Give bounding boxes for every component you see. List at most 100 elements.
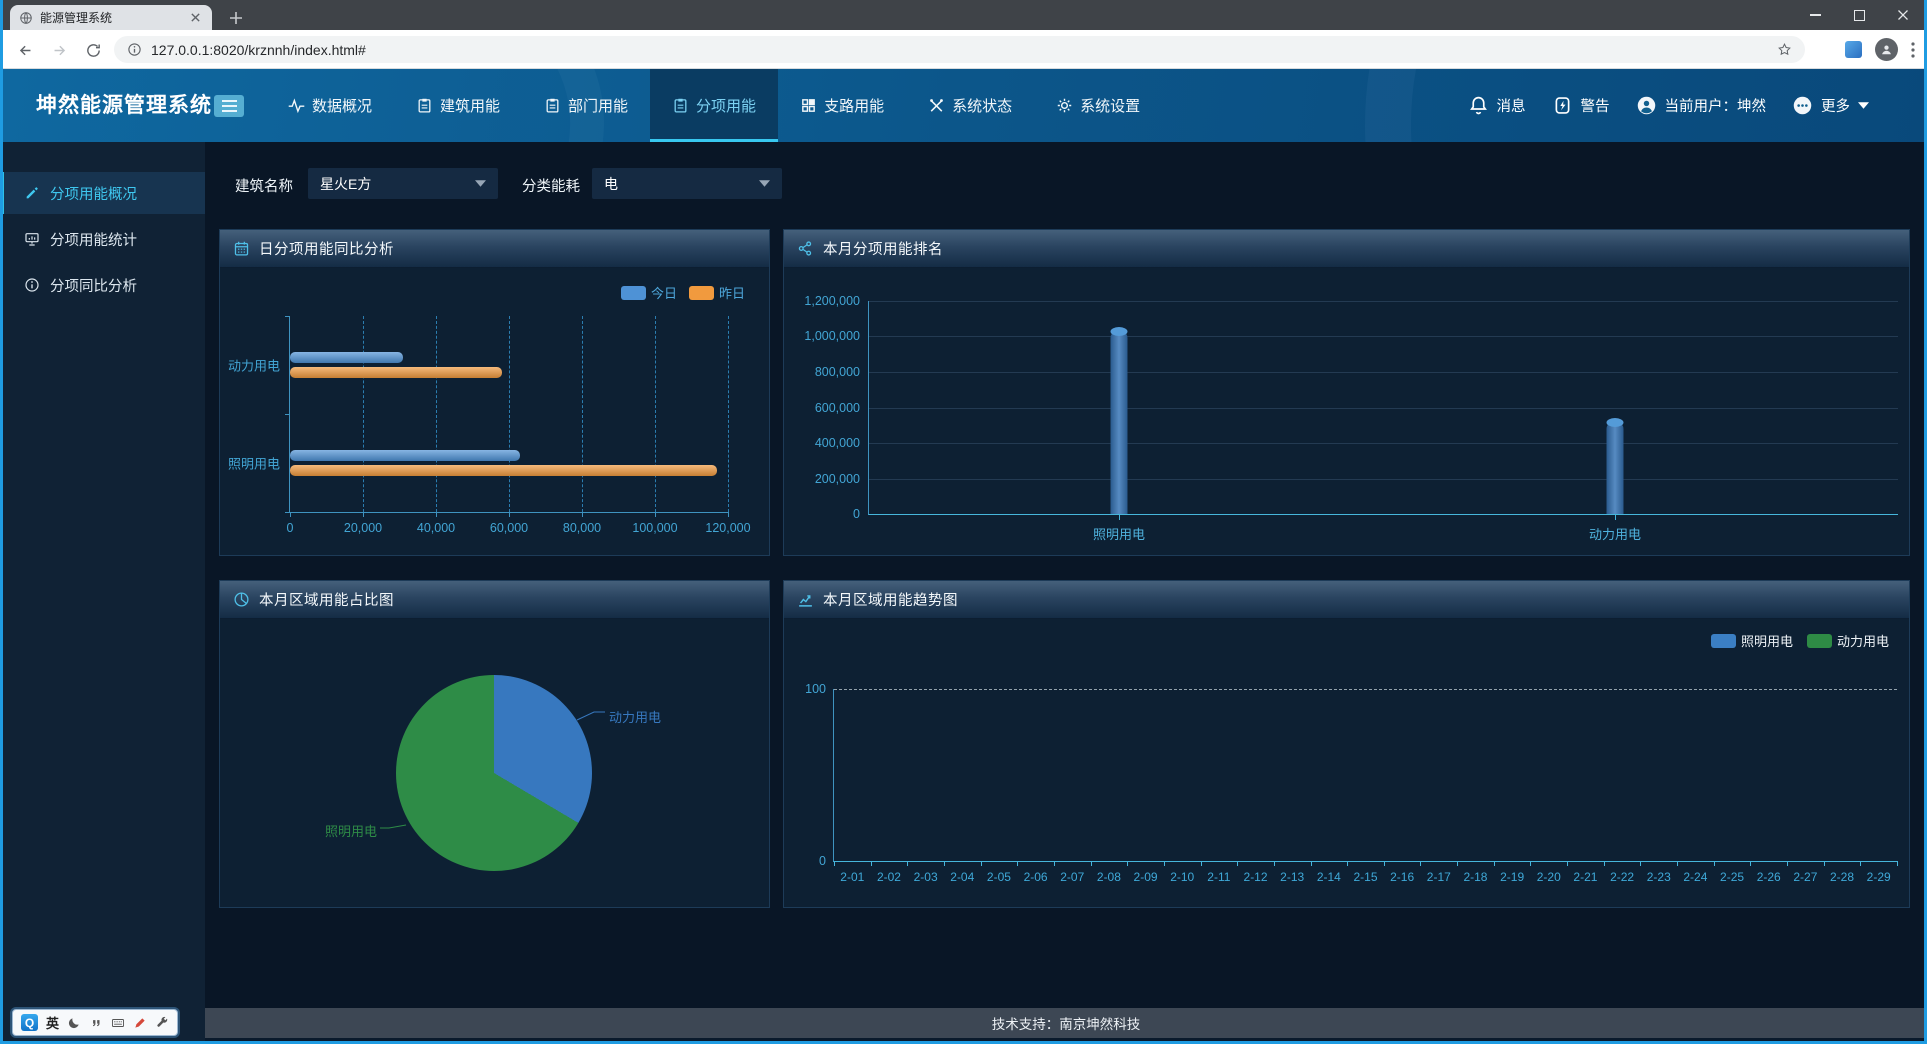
new-tab-button[interactable] — [226, 8, 246, 28]
y-axis-tick-label: 200,000 — [815, 472, 860, 486]
wrench-icon[interactable] — [155, 1016, 169, 1030]
reload-button-icon[interactable] — [80, 37, 106, 63]
legend-item[interactable]: 照明用电 — [1711, 631, 1793, 650]
x-axis-tick — [1201, 861, 1202, 866]
alert-icon — [1552, 95, 1573, 116]
building-filter-label: 建筑名称 — [235, 175, 293, 196]
gridline — [869, 372, 1898, 373]
bookmark-star-icon[interactable] — [1777, 42, 1792, 57]
daily-chart-body: 今日昨日 020,00040,00060,00080,000100,000120… — [220, 268, 769, 555]
x-axis-tick-label: 2-01 — [840, 870, 864, 884]
browser-menu-icon[interactable] — [1911, 42, 1915, 58]
x-axis-tick — [1714, 861, 1715, 866]
x-axis-tick-label: 2-23 — [1647, 870, 1671, 884]
ranking-chart-plot: 1,200,0001,000,000800,000600,000400,0002… — [868, 301, 1898, 515]
bar-今日 — [290, 450, 520, 461]
forward-button-icon[interactable] — [46, 37, 72, 63]
header-action-4[interactable]: 更多 — [1792, 95, 1869, 116]
browser-tab[interactable]: 能源管理系统 — [10, 5, 212, 30]
ime-language-toggle[interactable]: 英 — [46, 1013, 59, 1032]
profile-avatar-icon[interactable] — [1875, 38, 1898, 61]
sidebar-item-1[interactable]: 分项用能概况 — [0, 172, 205, 214]
legend-item[interactable]: 动力用电 — [1807, 631, 1889, 650]
gridline — [363, 316, 364, 512]
x-axis-tick — [1164, 861, 1165, 866]
bar-group — [290, 450, 728, 476]
moon-icon[interactable] — [67, 1016, 81, 1030]
browser-titlebar: 能源管理系统 — [0, 0, 1927, 30]
bar-今日 — [290, 352, 403, 363]
gridline — [869, 408, 1898, 409]
x-axis-tick — [1750, 861, 1751, 866]
x-axis-tick — [1420, 861, 1421, 866]
minimize-button-icon[interactable] — [1793, 0, 1837, 30]
nav-menu: 数据概况建筑用能部门用能分项用能 支路用能 系统状态系统设置 — [266, 69, 1162, 142]
address-bar[interactable]: 127.0.0.1:8020/krznnh/index.html# — [114, 36, 1805, 63]
header-action-3[interactable]: 当前用户：坤然 — [1636, 95, 1767, 116]
punctuation-icon[interactable] — [89, 1016, 103, 1030]
menu-toggle-button[interactable] — [214, 95, 244, 117]
gridline — [509, 316, 510, 512]
header-action-2[interactable]: 警告 — [1552, 95, 1610, 116]
nav-item-6[interactable]: 系统状态 — [906, 69, 1034, 142]
maximize-button-icon[interactable] — [1837, 0, 1881, 30]
y-axis-tick-label: 400,000 — [815, 436, 860, 450]
x-axis-tick-label: 2-27 — [1793, 870, 1817, 884]
header-action-1[interactable]: 消息 — [1468, 95, 1526, 116]
nav-item-4[interactable]: 分项用能 — [650, 69, 778, 142]
legend-item[interactable]: 今日 — [621, 283, 677, 302]
gridline — [655, 316, 656, 512]
url-text[interactable]: 127.0.0.1:8020/krznnh/index.html# — [151, 42, 1768, 58]
pie-chart-body: 动力用电 照明用电 — [220, 619, 769, 907]
sidebar-item-label: 分项同比分析 — [50, 275, 137, 296]
grid-icon — [800, 97, 817, 114]
sidebar-items: 分项用能概况分项用能统计分项同比分析 — [0, 172, 205, 310]
panel-header: 本月区域用能占比图 — [220, 581, 769, 619]
ime-engine-icon[interactable]: Q — [21, 1014, 38, 1031]
panel-title: 本月区域用能趋势图 — [823, 589, 958, 610]
x-axis-tick-label: 2-10 — [1170, 870, 1194, 884]
footer-text: 技术支持：南京坤然科技 — [992, 1013, 1141, 1033]
nav-right: 消息 警告 当前用户：坤然 更多 — [1468, 69, 1870, 142]
gridline — [834, 689, 1897, 690]
nav-item-2[interactable]: 建筑用能 — [394, 69, 522, 142]
x-axis-tick-label: 2-17 — [1427, 870, 1451, 884]
x-axis-tick — [1127, 861, 1128, 866]
extension-icon[interactable] — [1845, 41, 1862, 58]
back-button-icon[interactable] — [12, 37, 38, 63]
x-axis-tick — [1604, 861, 1605, 866]
x-axis-tick — [436, 512, 437, 517]
nav-item-3[interactable]: 部门用能 — [522, 69, 650, 142]
bell-icon — [1468, 95, 1489, 116]
trend-chart-plot: 100 0 2-012-022-032-042-052-062-072-082-… — [833, 689, 1897, 862]
gridline — [869, 479, 1898, 480]
nav-item-label: 支路用能 — [824, 95, 884, 116]
building-select[interactable]: 星火E方 — [308, 168, 498, 199]
gridline — [869, 301, 1898, 302]
stats-icon — [24, 231, 40, 247]
sidebar-item-3[interactable]: 分项同比分析 — [0, 264, 205, 306]
nav-item-5[interactable]: 支路用能 — [778, 69, 906, 142]
category-label: 照明用电 — [1093, 524, 1145, 543]
close-button-icon[interactable] — [1881, 0, 1925, 30]
nav-item-7[interactable]: 系统设置 — [1034, 69, 1162, 142]
x-axis-tick-label: 2-06 — [1024, 870, 1048, 884]
clipboard-icon — [672, 97, 689, 114]
sidebar-item-2[interactable]: 分项用能统计 — [0, 218, 205, 260]
x-axis-tick-label: 2-15 — [1353, 870, 1377, 884]
x-axis-tick — [1640, 861, 1641, 866]
site-info-icon[interactable] — [127, 42, 142, 57]
keyboard-icon[interactable] — [111, 1016, 125, 1030]
x-axis-tick-label: 2-09 — [1134, 870, 1158, 884]
tab-close-icon[interactable] — [188, 10, 203, 25]
legend-item[interactable]: 昨日 — [689, 283, 745, 302]
energy-select[interactable]: 电 — [592, 168, 782, 199]
nav-item-1[interactable]: 数据概况 — [266, 69, 394, 142]
gridline — [436, 316, 437, 512]
nodes-icon — [797, 240, 814, 257]
pen-icon[interactable] — [133, 1016, 147, 1030]
legend-swatch — [1711, 634, 1736, 648]
x-axis-tick — [290, 512, 291, 517]
x-axis-tick-label: 0 — [287, 521, 294, 535]
pie-label: 照明用电 — [325, 821, 377, 840]
